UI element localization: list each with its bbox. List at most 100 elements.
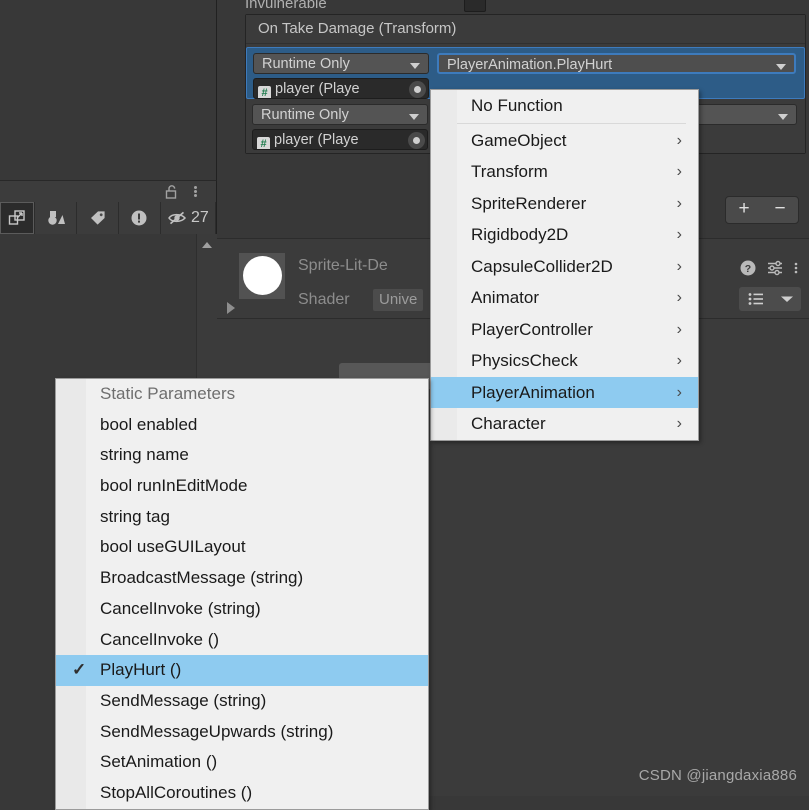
entry-mode-dropdown[interactable]: Runtime Only [253,53,429,74]
menu-item-capsulecollider2d[interactable]: CapsuleCollider2D › [431,251,698,283]
menu-item-sendmessage-string[interactable]: SendMessage (string) [56,686,428,717]
foldout-arrow-icon[interactable] [227,302,235,314]
menu-item-stopallcoroutines[interactable]: StopAllCoroutines () [56,778,428,809]
remove-listener-button[interactable]: − [762,197,798,223]
invulnerable-checkbox[interactable] [464,0,486,12]
chevron-right-icon: › [676,163,682,180]
entry-function-dropdown[interactable]: PlayerAnimation.PlayHurt [437,53,796,74]
menu-item-gameobject[interactable]: GameObject › [431,125,698,157]
function-dropdown-menu[interactable]: No Function GameObject › Transform › Spr… [430,89,699,441]
scroll-up-arrow-icon[interactable] [202,242,212,248]
menu-item-label: SendMessageUpwards (string) [100,721,334,741]
left-panel-body [0,0,217,180]
settings-icon[interactable] [766,259,784,277]
watermark-text: CSDN @jiangdaxia886 [638,767,797,784]
entry-left-column: Runtime Only # player (Playe [253,53,429,99]
menu-item-bool-usegui-layout[interactable]: bool useGUILayout [56,532,428,563]
preset-selector[interactable] [739,287,801,311]
entry-mode-dropdown[interactable]: Runtime Only [252,104,428,125]
menu-item-label: Character [471,414,546,433]
menu-item-label: PlayerAnimation [471,382,595,402]
menu-item-bool-enabled[interactable]: bool enabled [56,410,428,441]
warning-icon[interactable] [119,202,161,234]
menu-header-static-parameters: Static Parameters [56,379,428,410]
menu-item-label: PlayHurt () [100,660,182,680]
entry-object-field[interactable]: # player (Playe [252,129,428,150]
checkmark-icon: ✓ [72,660,87,680]
hidden-objects-icon[interactable]: 27 [161,202,217,234]
chevron-right-icon: › [676,320,682,338]
menu-item-label: Rigidbody2D [471,225,569,244]
menu-item-spriterenderer[interactable]: SpriteRenderer › [431,188,698,220]
menu-item-label: Animator [471,288,540,307]
entry-function-label: PlayerAnimation.PlayHurt [447,57,613,73]
menu-item-label: string name [100,445,189,465]
material-name: Sprite-Lit-De [298,257,388,274]
svg-text:?: ? [745,263,751,275]
menu-item-playhurt[interactable]: ✓ PlayHurt () [56,655,428,686]
menu-item-rigidbody2d[interactable]: Rigidbody2D › [431,219,698,251]
menu-item-animator[interactable]: Animator › [431,282,698,314]
chevron-right-icon: › [676,289,682,306]
material-preview-sphere [243,256,282,295]
entry-mode-label: Runtime Only [261,107,349,123]
material-toolbar-icons: ? [739,259,799,277]
menu-item-playeranimation[interactable]: PlayerAnimation › [431,376,698,408]
menu-item-broadcastmessage-string[interactable]: BroadcastMessage (string) [56,563,428,594]
menu-item-character[interactable]: Character › [431,408,698,440]
tag-icon[interactable] [77,202,119,234]
chevron-right-icon: › [676,415,682,432]
object-picker-icon[interactable] [408,132,425,149]
entry-object-field[interactable]: # player (Playe [253,78,429,99]
menu-item-label: CancelInvoke (string) [100,598,261,618]
chevron-right-icon: › [676,352,682,369]
entry-right-column: PlayerAnimation.PlayHurt [437,53,796,78]
menu-item-physicscheck[interactable]: PhysicsCheck › [431,345,698,377]
menu-item-string-name[interactable]: string name [56,440,428,471]
menu-item-playercontroller[interactable]: PlayerController › [431,314,698,346]
menu-item-transform[interactable]: Transform › [431,156,698,188]
shader-dropdown[interactable]: Unive [373,289,424,311]
chevron-down-icon [410,63,420,69]
left-panel-header-strip [0,180,217,203]
more-options-icon[interactable] [188,185,202,199]
menu-item-cancelinvoke[interactable]: CancelInvoke () [56,625,428,656]
chevron-down-icon [780,296,793,302]
menu-item-label: CancelInvoke () [100,629,220,649]
script-icon: # [257,137,270,149]
menu-item-label: SendMessage (string) [100,690,267,710]
more-options-icon[interactable] [793,259,799,277]
chevron-right-icon: › [676,257,682,275]
chevron-down-icon [778,114,788,120]
menu-item-cancelinvoke-string[interactable]: CancelInvoke (string) [56,594,428,625]
menu-item-label: bool enabled [100,414,198,434]
menu-item-no-function[interactable]: No Function [431,90,698,122]
entry-mode-label: Runtime Only [262,56,350,72]
object-picker-icon[interactable] [409,81,426,98]
menu-item-label: BroadcastMessage (string) [100,568,304,588]
menu-item-bool-runineditmode[interactable]: bool runInEditMode [56,471,428,502]
open-in-new-window-icon[interactable] [0,202,36,234]
menu-item-label: GameObject [471,130,567,150]
chevron-right-icon: › [676,226,682,243]
menu-item-label: PhysicsCheck [471,351,578,370]
menu-item-label: Static Parameters [100,384,236,403]
entry-left-column: Runtime Only # player (Playe [252,104,428,150]
help-icon[interactable]: ? [739,259,757,277]
unity-event-add-remove-buttons: + − [725,196,799,224]
menu-item-setanimation[interactable]: SetAnimation () [56,747,428,778]
gizmos-icon[interactable] [35,202,78,234]
menu-item-sendmessageupwards-string[interactable]: SendMessageUpwards (string) [56,717,428,748]
menu-item-string-tag[interactable]: string tag [56,502,428,533]
menu-item-label: StopAllCoroutines () [100,782,253,802]
menu-item-label: bool runInEditMode [100,476,248,496]
add-listener-button[interactable]: + [726,197,762,223]
static-parameters-menu[interactable]: Static Parameters bool enabled string na… [55,378,429,810]
chevron-right-icon: › [676,383,682,401]
menu-item-label: PlayerController [471,319,593,339]
unity-event-title: On Take Damage (Transform) [246,15,805,44]
chevron-down-icon [409,114,419,120]
lock-icon[interactable] [164,185,178,199]
menu-item-label: CapsuleCollider2D [471,256,613,276]
entry-object-label: player (Playe [274,132,359,148]
